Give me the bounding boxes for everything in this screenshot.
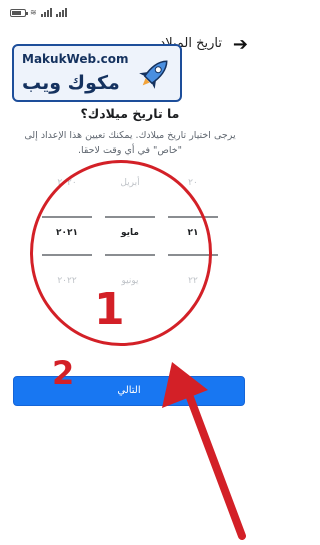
next-button[interactable]: التالي: [13, 376, 245, 406]
description-text: يرجى اختيار تاريخ ميلادك. يمكنك تعيين هذ…: [24, 130, 236, 156]
annotation-step-2: 2: [52, 354, 75, 392]
signal-icon: [55, 8, 67, 17]
picker-option[interactable]: ٢٠: [166, 178, 220, 196]
picker-option[interactable]: أبريل: [103, 178, 157, 196]
arrow-right-icon[interactable]: ➔: [233, 34, 248, 55]
picker-divider: [42, 254, 92, 256]
picker-divider: [168, 254, 218, 256]
battery-icon: [10, 9, 28, 17]
annotation-step-1: 1: [94, 284, 125, 335]
picker-divider: [105, 216, 155, 218]
picker-selected-year[interactable]: ٢٠٢١: [40, 228, 94, 246]
watermark-logo: MakukWeb.com مكوك ويب: [12, 44, 182, 102]
picker-divider: [42, 216, 92, 218]
picker-option[interactable]: ٢٢: [166, 276, 220, 294]
watermark-url: MakukWeb.com: [22, 52, 129, 66]
status-bar: ≋: [0, 0, 260, 26]
picker-divider: [168, 216, 218, 218]
picker-option[interactable]: ٢٠٢٠: [40, 178, 94, 196]
picker-option[interactable]: ٢٠٢٢: [40, 276, 94, 294]
picker-column-day[interactable]: ٢٠ ٢١ ٢٢: [166, 170, 220, 300]
date-picker[interactable]: ٢٠٢٠ ٢٠٢١ ٢٠٢٢ أبريل مايو يونيو ٢٠ ٢١ ٢٢: [40, 170, 220, 300]
watermark-brand: مكوك ويب: [22, 72, 120, 94]
question-heading: ما تاريخ ميلادك؟: [80, 106, 180, 121]
picker-column-year[interactable]: ٢٠٢٠ ٢٠٢١ ٢٠٢٢: [40, 170, 94, 300]
picker-selected-day[interactable]: ٢١: [166, 228, 220, 246]
picker-divider: [105, 254, 155, 256]
signal-icon: [40, 8, 52, 17]
status-icons: ≋: [10, 8, 67, 17]
picker-selected-month[interactable]: مايو: [103, 228, 157, 246]
wifi-icon: ≋: [30, 8, 37, 17]
rocket-icon: [139, 60, 168, 89]
picker-column-month[interactable]: أبريل مايو يونيو: [103, 170, 157, 300]
